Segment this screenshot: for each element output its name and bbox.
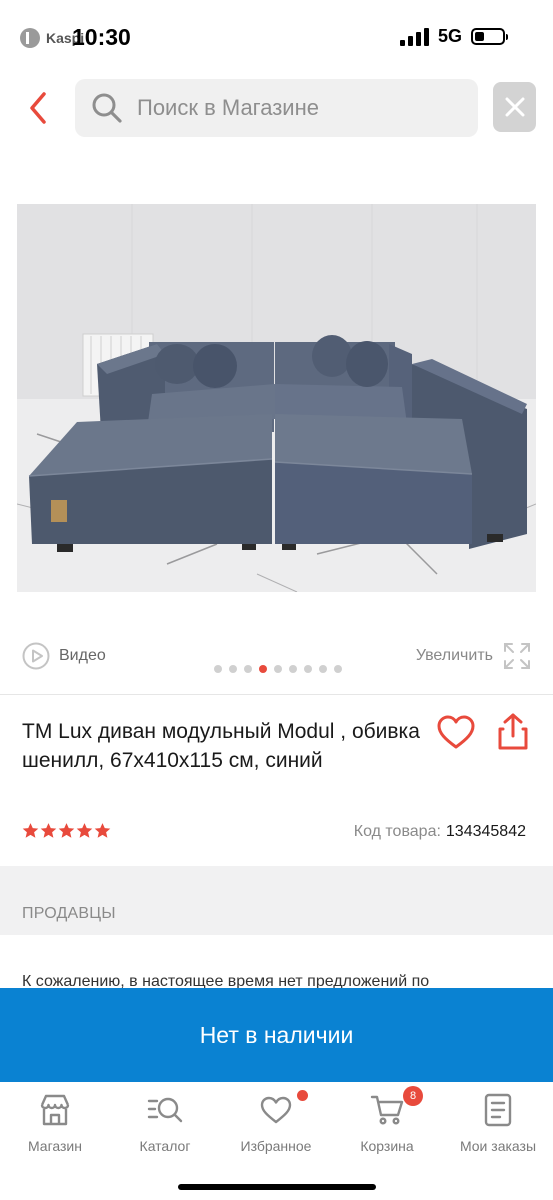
store-icon (37, 1092, 73, 1128)
nav-item-store[interactable]: Магазин (0, 1092, 110, 1154)
pagination-dot[interactable] (274, 665, 282, 673)
star-icon (40, 823, 57, 838)
pagination-dot[interactable] (304, 665, 312, 673)
video-label: Видео (59, 647, 106, 664)
heart-icon (258, 1090, 308, 1128)
product-code-label: Код товара: (353, 823, 441, 840)
star-icon (76, 823, 93, 838)
star-icon (22, 823, 39, 838)
clear-search-button[interactable] (493, 82, 536, 132)
share-icon (498, 713, 528, 750)
network-type: 5G (437, 26, 462, 46)
nav-label-catalog: Каталог (139, 1138, 191, 1154)
close-icon (505, 97, 524, 117)
search-placeholder: Поиск в Магазине (137, 95, 319, 120)
pagination-dot[interactable] (259, 665, 267, 673)
out-of-stock-label: Нет в наличии (199, 1021, 354, 1048)
product-title: TM Lux диван модульный Modul , обивка ше… (22, 720, 420, 772)
pagination-dot[interactable] (229, 665, 237, 673)
product-image[interactable] (17, 204, 536, 592)
nav-label-favorites: Избранное (240, 1138, 312, 1154)
cart-icon: 8 (369, 1086, 423, 1128)
play-circle-icon (22, 642, 50, 670)
favorites-badge (297, 1090, 308, 1101)
out-of-stock-button[interactable]: Нет в наличии (0, 988, 553, 1082)
pagination-dot[interactable] (289, 665, 297, 673)
nav-label-store: Магазин (27, 1138, 82, 1154)
bottom-nav: Магазин Каталог Избранное 8 Корзина Мои … (0, 1082, 553, 1200)
sellers-section-header (0, 866, 553, 935)
pagination-dot[interactable] (334, 665, 342, 673)
pagination-dot[interactable] (319, 665, 327, 673)
search-icon (92, 93, 122, 123)
back-button[interactable] (22, 88, 58, 128)
nav-item-favorites[interactable]: Избранное (221, 1090, 331, 1154)
product-code-value: 134345842 (445, 823, 526, 840)
divider (0, 694, 553, 695)
sellers-title: ПРОДАВЦЫ (22, 905, 116, 922)
heart-icon (437, 715, 475, 749)
favorite-button[interactable] (437, 714, 475, 752)
signal-icon (399, 27, 429, 46)
zoom-button[interactable]: Увеличить (416, 642, 531, 670)
chevron-left-icon (30, 92, 46, 124)
rating-stars (22, 822, 111, 839)
nav-label-cart: Корзина (360, 1138, 414, 1154)
status-indicators: 5G (399, 26, 508, 47)
catalog-search-icon (147, 1092, 183, 1128)
sofa-photo (17, 204, 536, 592)
zoom-label: Увеличить (415, 647, 493, 664)
nav-item-cart[interactable]: 8 Корзина (332, 1086, 442, 1154)
share-button[interactable] (496, 712, 530, 752)
nav-item-orders[interactable]: Мои заказы (443, 1092, 553, 1154)
status-bar: Kaspi 10:30 5G (0, 0, 553, 70)
pagination-dot[interactable] (244, 665, 252, 673)
pagination-dot[interactable] (214, 665, 222, 673)
status-time: 10:30 (72, 24, 131, 50)
expand-icon (504, 643, 530, 669)
carrier-logo-icon (20, 28, 40, 48)
nav-item-catalog[interactable]: Каталог (110, 1092, 220, 1154)
star-icon (94, 823, 111, 838)
orders-icon (480, 1092, 516, 1128)
cart-badge: 8 (403, 1086, 423, 1106)
video-button[interactable]: Видео (22, 642, 106, 670)
nav-label-orders: Мои заказы (459, 1138, 537, 1154)
home-indicator (178, 1184, 376, 1190)
battery-icon (471, 28, 508, 45)
search-input[interactable]: Поиск в Магазине (75, 79, 478, 137)
product-code: Код товара: 134345842 (354, 823, 526, 841)
image-pagination[interactable] (214, 665, 342, 673)
star-icon (58, 823, 75, 838)
